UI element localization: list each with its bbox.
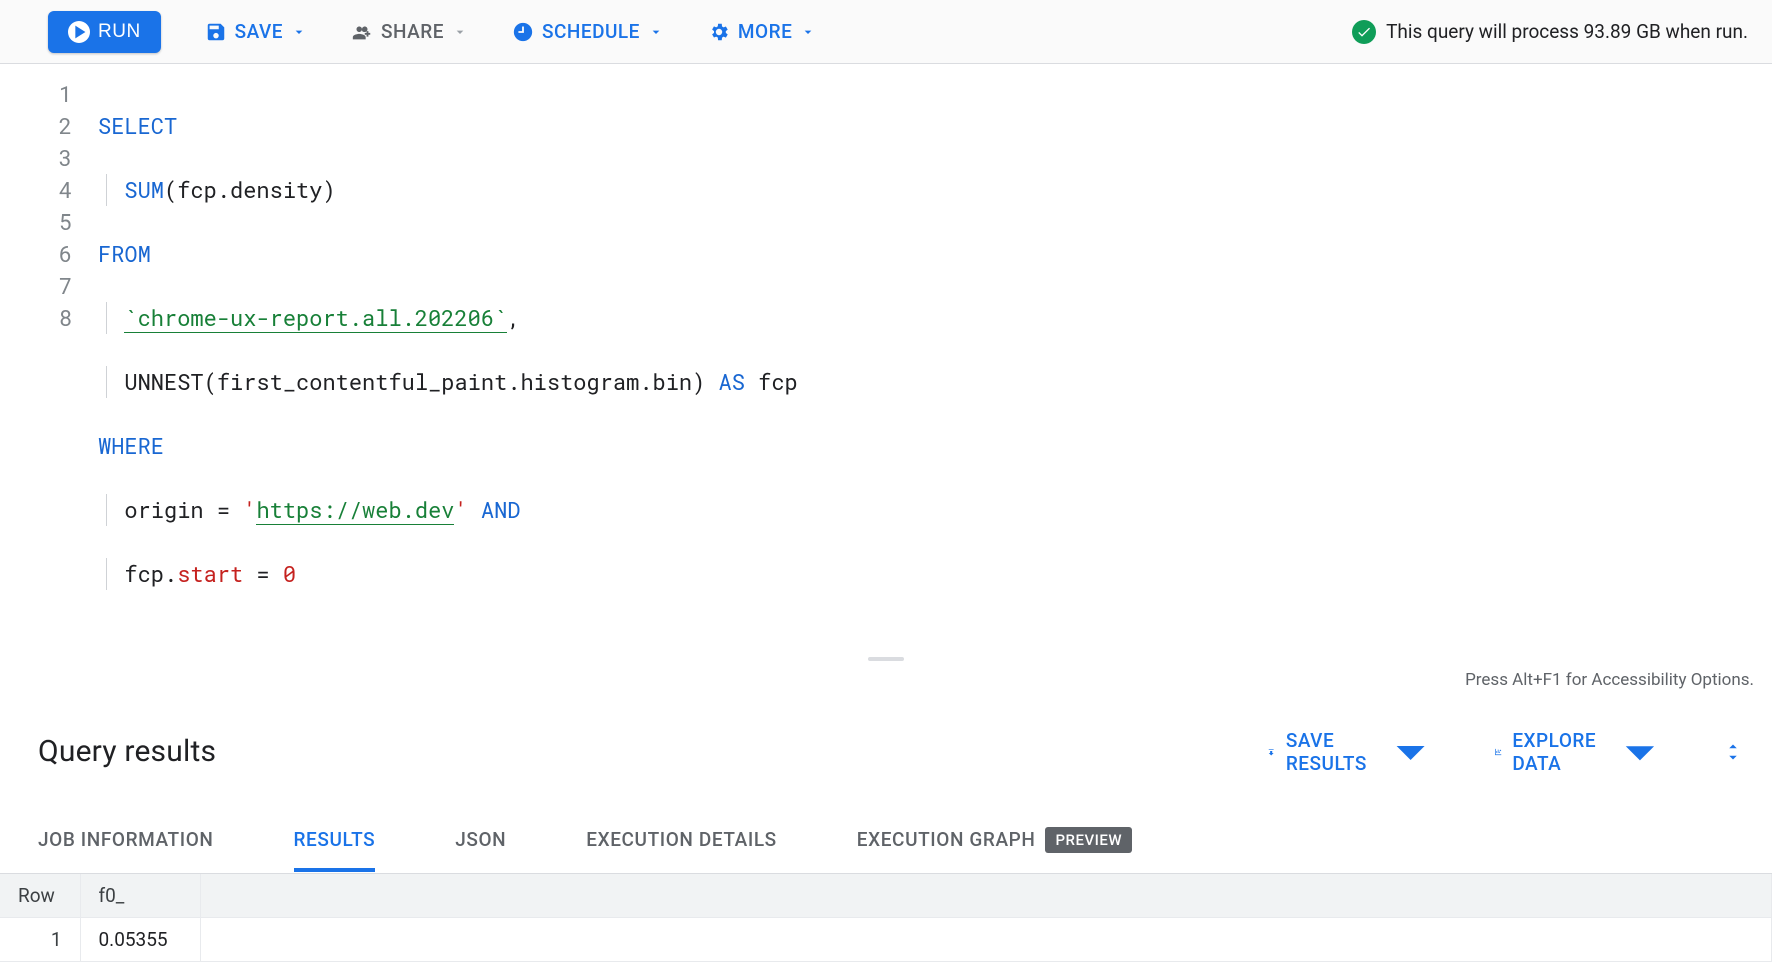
ident: start — [177, 559, 243, 588]
ident: fcp — [758, 367, 798, 396]
save-results-button[interactable]: SAVE RESULTS — [1267, 718, 1444, 785]
cell-f0: 0.05355 — [80, 917, 200, 961]
preview-badge: PREVIEW — [1045, 827, 1132, 853]
string: ' — [243, 495, 256, 524]
query-toolbar: RUN SAVE SHARE SCHEDULE MORE This query … — [0, 0, 1772, 64]
line-number: 7 — [0, 270, 72, 302]
save-button[interactable]: SAVE — [205, 20, 307, 43]
ident: density — [230, 175, 322, 204]
col-f0: f0_ — [80, 874, 200, 918]
tab-json[interactable]: JSON — [455, 808, 506, 871]
line-gutter: 1 2 3 4 5 6 7 8 — [0, 64, 90, 654]
status-text: This query will process 93.89 GB when ru… — [1386, 20, 1748, 43]
function: UNNEST — [124, 367, 203, 396]
save-label: SAVE — [235, 20, 283, 43]
cell-row: 1 — [0, 917, 80, 961]
punct: ) — [322, 175, 335, 204]
punct: , — [507, 303, 520, 332]
keyword: AS — [719, 367, 745, 396]
check-icon — [1352, 20, 1376, 44]
ident: fcp — [177, 175, 217, 204]
keyword: WHERE — [98, 431, 164, 460]
keyword: AND — [481, 495, 521, 524]
punct: = — [243, 559, 283, 588]
chevron-down-icon — [1606, 718, 1674, 786]
table-ref: `chrome-ux-report.all.202206` — [124, 303, 507, 333]
chevron-down-icon — [1377, 718, 1444, 785]
table-header-row: Row f0_ — [0, 874, 1772, 918]
sql-editor[interactable]: 1 2 3 4 5 6 7 8 SELECT SUM(fcp.density) … — [0, 64, 1772, 654]
chevron-down-icon — [648, 24, 664, 40]
chart-icon — [1494, 741, 1502, 763]
more-button[interactable]: MORE — [708, 20, 816, 43]
punct: . — [164, 559, 177, 588]
ident: fcp — [124, 559, 164, 588]
schedule-label: SCHEDULE — [542, 20, 640, 43]
play-icon — [68, 21, 90, 43]
function: SUM — [124, 175, 164, 204]
explore-data-button[interactable]: EXPLORE DATA — [1494, 718, 1674, 786]
chevron-down-icon — [800, 24, 816, 40]
punct: ( — [204, 367, 217, 396]
punct: . — [217, 175, 230, 204]
chevron-down-icon — [1724, 752, 1742, 764]
save-icon — [205, 21, 227, 43]
line-number: 5 — [0, 206, 72, 238]
share-button[interactable]: SHARE — [351, 20, 468, 43]
cell-empty — [200, 917, 1772, 961]
expand-collapse-button[interactable] — [1724, 740, 1742, 764]
string: https://web.dev — [256, 495, 454, 525]
code-area[interactable]: SELECT SUM(fcp.density) FROM `chrome-ux-… — [90, 64, 1772, 654]
results-header: Query results SAVE RESULTS EXPLORE DATA — [0, 696, 1772, 807]
more-label: MORE — [738, 20, 792, 43]
schedule-button[interactable]: SCHEDULE — [512, 20, 664, 43]
ident: origin — [124, 495, 203, 524]
string: ' — [454, 495, 467, 524]
tab-results[interactable]: RESULTS — [294, 808, 376, 871]
line-number: 2 — [0, 110, 72, 142]
table-row[interactable]: 1 0.05355 — [0, 917, 1772, 961]
line-number: 1 — [0, 78, 72, 110]
share-icon — [351, 21, 373, 43]
download-icon — [1267, 741, 1275, 763]
results-table: Row f0_ 1 0.05355 — [0, 874, 1772, 962]
run-button[interactable]: RUN — [48, 11, 161, 53]
punct: = — [204, 495, 244, 524]
line-number: 4 — [0, 174, 72, 206]
chevron-down-icon — [452, 24, 468, 40]
keyword: SELECT — [98, 111, 177, 140]
tab-job-information[interactable]: JOB INFORMATION — [38, 808, 214, 871]
share-label: SHARE — [381, 20, 444, 43]
col-row: Row — [0, 874, 80, 918]
query-status: This query will process 93.89 GB when ru… — [1352, 20, 1748, 44]
keyword: FROM — [98, 239, 151, 268]
explore-data-label: EXPLORE DATA — [1512, 729, 1596, 775]
gear-icon — [708, 21, 730, 43]
line-number: 8 — [0, 302, 72, 334]
line-number: 3 — [0, 142, 72, 174]
chevron-up-icon — [1724, 740, 1742, 752]
ident: first_contentful_paint.histogram.bin — [217, 367, 692, 396]
tab-execution-details[interactable]: EXECUTION DETAILS — [586, 808, 777, 871]
number: 0 — [283, 559, 296, 588]
punct: ) — [692, 367, 705, 396]
chevron-down-icon — [291, 24, 307, 40]
line-number: 6 — [0, 238, 72, 270]
run-label: RUN — [98, 21, 141, 43]
clock-icon — [512, 21, 534, 43]
punct: ( — [164, 175, 177, 204]
pane-resize-handle[interactable] — [0, 654, 1772, 664]
editor-hint: Press Alt+F1 for Accessibility Options. — [0, 664, 1772, 696]
results-tabs: JOB INFORMATION RESULTS JSON EXECUTION D… — [0, 807, 1772, 874]
tab-execution-graph-label: EXECUTION GRAPH — [857, 828, 1036, 851]
tab-execution-graph[interactable]: EXECUTION GRAPH PREVIEW — [857, 807, 1132, 873]
col-empty — [200, 874, 1772, 918]
results-title: Query results — [38, 734, 216, 769]
save-results-label: SAVE RESULTS — [1286, 729, 1367, 775]
